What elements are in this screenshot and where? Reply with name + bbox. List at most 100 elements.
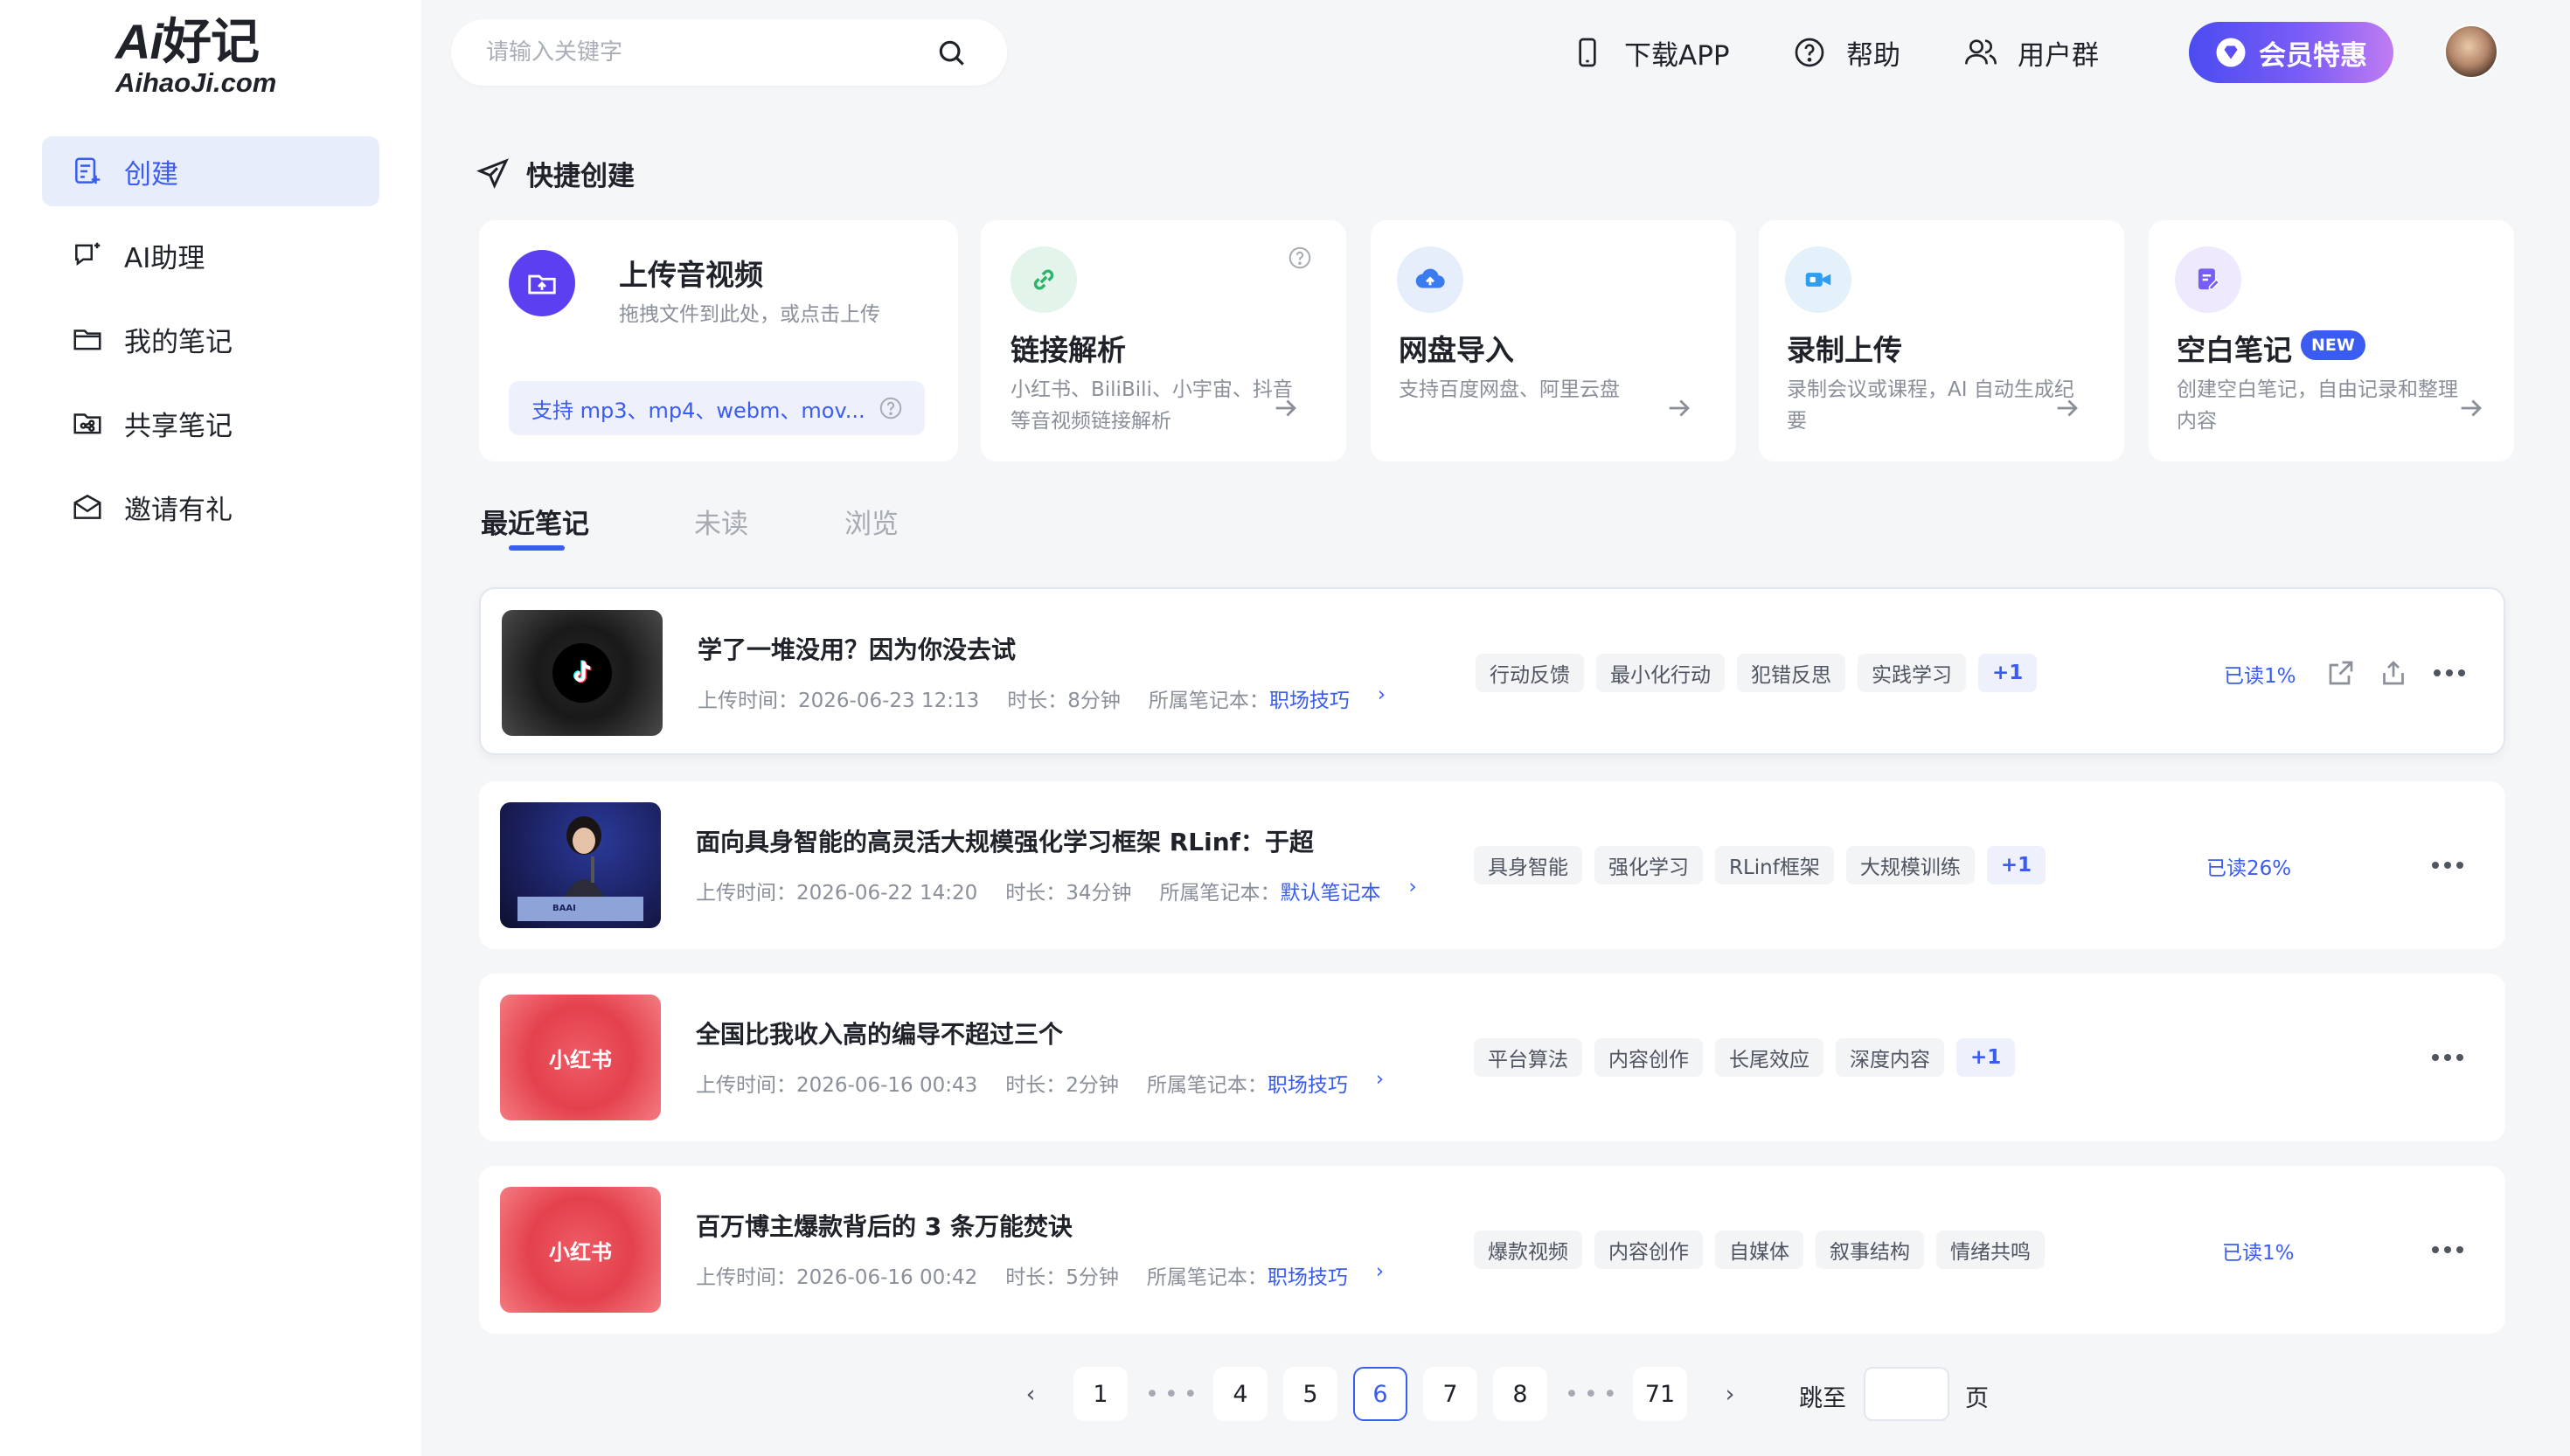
- tag[interactable]: 情绪共鸣: [1936, 1231, 2045, 1269]
- tag[interactable]: 实践学习: [1858, 654, 1966, 692]
- record-upload-card[interactable]: 录制上传 录制会议或课程，AI 自动生成纪 要: [1759, 220, 2124, 461]
- search-input[interactable]: [486, 35, 923, 70]
- more-tags-badge[interactable]: +1: [1978, 654, 2038, 692]
- edit-note-icon: [2175, 246, 2241, 313]
- formats-label: 支持 mp3、mp4、webm、mov...: [531, 398, 865, 423]
- upload-media-card[interactable]: 上传音视频 拖拽文件到此处，或点击上传 支持 mp3、mp4、webm、mov.…: [479, 220, 958, 461]
- note-title[interactable]: 学了一堆没用？因为你没去试: [698, 631, 1016, 666]
- question-icon[interactable]: [878, 395, 904, 421]
- prev-page-icon[interactable]: ‹: [1004, 1367, 1058, 1421]
- more-options-icon[interactable]: [2432, 1054, 2469, 1061]
- help-link[interactable]: 帮助: [1792, 26, 1900, 79]
- tag[interactable]: 大规模训练: [1845, 846, 1975, 884]
- note-title[interactable]: 百万博主爆款背后的 3 条万能焚诀: [696, 1208, 1073, 1243]
- read-progress: 已读1%: [2224, 665, 2296, 688]
- open-external-icon[interactable]: [2325, 657, 2357, 689]
- tag[interactable]: 叙事结构: [1816, 1231, 1924, 1269]
- read-progress: 已读26%: [2206, 857, 2292, 880]
- cloud-upload-icon: [1397, 246, 1463, 313]
- note-row[interactable]: 学了一堆没用？因为你没去试 上传时间：2026-06-23 12:13 时长：8…: [479, 587, 2505, 755]
- tab-browse[interactable]: 浏览: [844, 502, 899, 541]
- page-button-current[interactable]: 6: [1353, 1367, 1407, 1421]
- search-icon[interactable]: [935, 37, 969, 70]
- notebook-label: 所属笔记本：: [1146, 1266, 1268, 1289]
- upload-time: 上传时间：2026-06-16 00:42: [696, 1266, 978, 1289]
- tag[interactable]: 内容创作: [1594, 1231, 1703, 1269]
- tag[interactable]: RLinf框架: [1715, 846, 1834, 884]
- sidebar-item-label: 创建: [124, 158, 178, 191]
- jump-page-input[interactable]: [1864, 1367, 1949, 1421]
- tag[interactable]: 具身智能: [1474, 846, 1582, 884]
- download-app-link[interactable]: 下载APP: [1570, 26, 1730, 79]
- logo[interactable]: Ai好记 AihaoJi.com: [115, 14, 281, 98]
- upload-title: 上传音视频: [619, 258, 763, 292]
- upload-time: 上传时间：2026-06-22 14:20: [696, 882, 978, 905]
- cloud-import-card[interactable]: 网盘导入 支持百度网盘、阿里云盘: [1371, 220, 1736, 461]
- tag[interactable]: 爆款视频: [1474, 1231, 1582, 1269]
- duration: 时长：2分钟: [1005, 1074, 1119, 1097]
- note-row[interactable]: BAAI 面向具身智能的高灵活大规模强化学习框架 RLinf：于超 上传时间：2…: [479, 781, 2505, 949]
- page-ellipsis[interactable]: •••: [1143, 1367, 1205, 1421]
- tag[interactable]: 行动反馈: [1476, 654, 1584, 692]
- sidebar-item-label: AI助理: [124, 242, 205, 274]
- note-row[interactable]: 小红书 全国比我收入高的编导不超过三个 上传时间：2026-06-16 00:4…: [479, 974, 2505, 1141]
- sidebar-item-invite[interactable]: 邀请有礼: [42, 472, 379, 542]
- record-title: 录制上传: [1787, 333, 1902, 367]
- user-group-link[interactable]: 用户群: [1963, 26, 2099, 79]
- more-options-icon[interactable]: [2434, 669, 2470, 676]
- note-thumbnail: BAAI: [500, 802, 661, 928]
- notebook-link[interactable]: 职场技巧: [1269, 683, 1350, 713]
- tag[interactable]: 强化学习: [1594, 846, 1703, 884]
- sidebar-item-ai-assistant[interactable]: AI助理: [42, 220, 379, 290]
- page-button[interactable]: 8: [1493, 1367, 1547, 1421]
- sidebar-item-my-notes[interactable]: 我的笔记: [42, 304, 379, 374]
- page-button[interactable]: 1: [1073, 1367, 1128, 1421]
- note-meta: 上传时间：2026-06-16 00:42 时长：5分钟 所属笔记本： 职场技巧…: [696, 1260, 1412, 1290]
- create-note-icon: [70, 154, 105, 189]
- more-options-icon[interactable]: [2432, 1246, 2469, 1253]
- video-camera-icon: [1785, 246, 1851, 313]
- avatar[interactable]: [2444, 24, 2498, 79]
- tag[interactable]: 内容创作: [1594, 1038, 1703, 1077]
- share-icon[interactable]: [2378, 657, 2409, 689]
- tag-list: 具身智能 强化学习 RLinf框架 大规模训练 +1: [1474, 846, 2058, 884]
- page-button[interactable]: 4: [1213, 1367, 1268, 1421]
- tag[interactable]: 自媒体: [1715, 1231, 1803, 1269]
- chevron-right-icon: ›: [1375, 1068, 1385, 1091]
- page-button[interactable]: 7: [1423, 1367, 1477, 1421]
- sidebar-item-shared-notes[interactable]: 共享笔记: [42, 388, 379, 458]
- note-title[interactable]: 面向具身智能的高灵活大规模强化学习框架 RLinf：于超: [696, 823, 1314, 858]
- more-options-icon[interactable]: [2432, 862, 2469, 869]
- page-ellipsis[interactable]: •••: [1563, 1367, 1624, 1421]
- tag[interactable]: 犯错反思: [1737, 654, 1845, 692]
- vip-offer-button[interactable]: 会员特惠: [2189, 22, 2393, 83]
- next-page-icon[interactable]: ›: [1703, 1367, 1757, 1421]
- more-tags-badge[interactable]: +1: [1956, 1038, 2016, 1077]
- sidebar-item-create[interactable]: 创建: [42, 136, 379, 206]
- notebook-link[interactable]: 职场技巧: [1268, 1260, 1348, 1290]
- tab-unread[interactable]: 未读: [694, 502, 748, 541]
- note-meta: 上传时间：2026-06-23 12:13 时长：8分钟 所属笔记本： 职场技巧…: [698, 683, 1414, 713]
- tab-recent-notes[interactable]: 最近笔记: [481, 502, 589, 541]
- notebook-link[interactable]: 默认笔记本: [1281, 876, 1381, 905]
- note-title[interactable]: 全国比我收入高的编导不超过三个: [696, 1016, 1063, 1050]
- tag[interactable]: 长尾效应: [1715, 1038, 1823, 1077]
- logo-ai: Ai: [115, 14, 163, 69]
- page-button[interactable]: 5: [1283, 1367, 1337, 1421]
- tag[interactable]: 深度内容: [1836, 1038, 1944, 1077]
- tag[interactable]: 平台算法: [1474, 1038, 1582, 1077]
- diamond-icon: [2216, 38, 2246, 67]
- link-title: 链接解析: [1011, 333, 1126, 367]
- link-parse-card[interactable]: 链接解析 小红书、BiliBili、小宇宙、抖音 等音视频链接解析: [981, 220, 1346, 461]
- read-progress: 已读1%: [2222, 1242, 2295, 1265]
- upload-time: 上传时间：2026-06-23 12:13: [698, 690, 980, 712]
- note-thumbnail: [502, 610, 663, 736]
- more-tags-badge[interactable]: +1: [1986, 846, 2046, 884]
- tag[interactable]: 最小化行动: [1596, 654, 1725, 692]
- notebook-link[interactable]: 职场技巧: [1268, 1068, 1348, 1098]
- page-button[interactable]: 71: [1633, 1367, 1687, 1421]
- blank-note-card[interactable]: 空白笔记 NEW 创建空白笔记，自由记录和整理 内容: [2149, 220, 2514, 461]
- note-row[interactable]: 小红书 百万博主爆款背后的 3 条万能焚诀 上传时间：2026-06-16 00…: [479, 1166, 2505, 1334]
- question-icon[interactable]: [1287, 245, 1313, 271]
- shared-folder-icon: [70, 406, 105, 440]
